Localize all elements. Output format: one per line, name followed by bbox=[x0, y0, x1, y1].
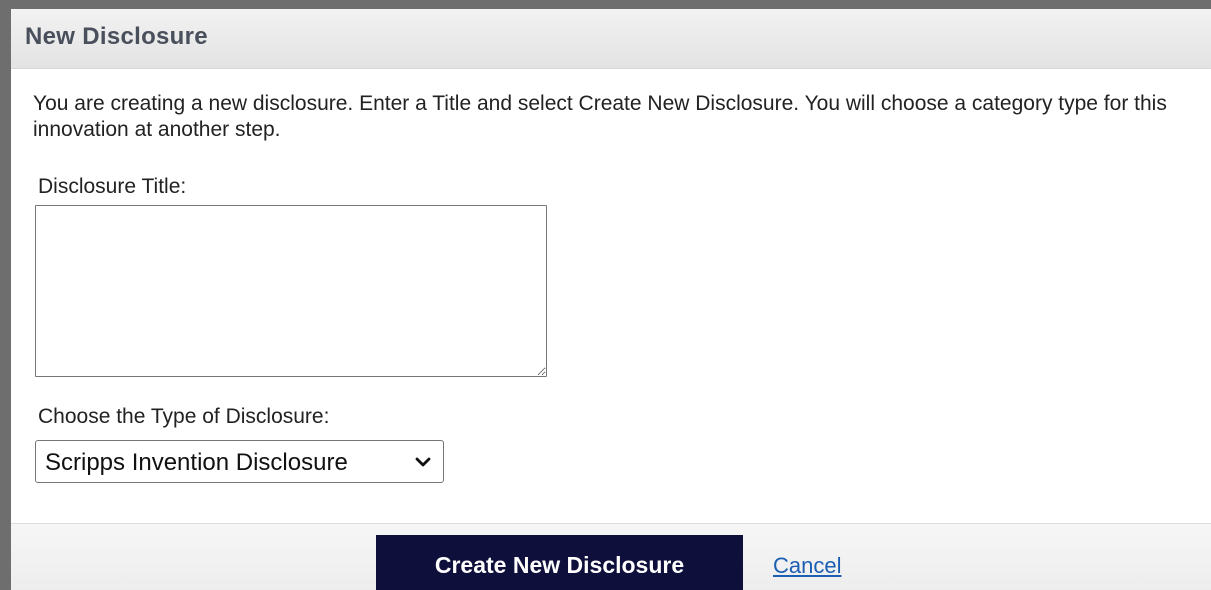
disclosure-type-select[interactable]: Scripps Invention Disclosure bbox=[35, 440, 444, 483]
new-disclosure-dialog: New Disclosure You are creating a new di… bbox=[0, 0, 1211, 590]
dialog-footer: Create New Disclosure Cancel bbox=[11, 523, 1211, 590]
intro-text: You are creating a new disclosure. Enter… bbox=[33, 92, 1167, 141]
disclosure-title-input[interactable] bbox=[35, 205, 547, 377]
disclosure-type-selected-value: Scripps Invention Disclosure bbox=[45, 449, 348, 476]
create-new-disclosure-button[interactable]: Create New Disclosure bbox=[376, 535, 743, 590]
dialog-title: New Disclosure bbox=[25, 23, 208, 50]
chevron-down-icon bbox=[415, 457, 431, 467]
disclosure-type-label: Choose the Type of Disclosure: bbox=[38, 405, 330, 428]
dialog-header: New Disclosure bbox=[11, 9, 1211, 69]
cancel-link[interactable]: Cancel bbox=[773, 553, 841, 579]
disclosure-title-label: Disclosure Title: bbox=[38, 175, 187, 198]
